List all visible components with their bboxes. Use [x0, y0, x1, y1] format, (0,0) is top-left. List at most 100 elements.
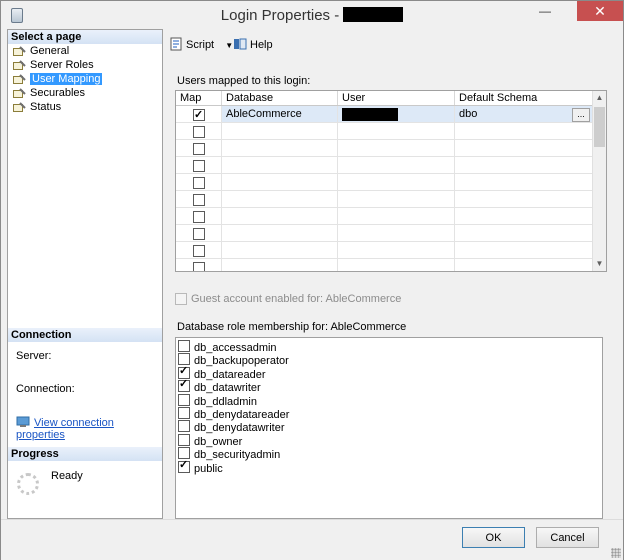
map-cell[interactable]: [176, 106, 222, 124]
role-checkbox[interactable]: [178, 407, 190, 419]
table-row[interactable]: [176, 242, 593, 259]
role-item-db-datawriter[interactable]: db_datawriter: [178, 378, 261, 394]
resize-grip-icon[interactable]: [611, 548, 621, 558]
user-cell[interactable]: [338, 242, 455, 259]
scrollbar-thumb[interactable]: [594, 107, 605, 147]
table-row[interactable]: [176, 191, 593, 208]
default-schema-cell[interactable]: [455, 191, 593, 208]
database-cell[interactable]: AbleCommerce: [222, 106, 338, 123]
sidebar-item-user-mapping[interactable]: User Mapping: [8, 72, 162, 86]
role-checkbox[interactable]: [178, 433, 190, 446]
database-cell[interactable]: [222, 123, 338, 140]
map-cell[interactable]: [176, 259, 222, 271]
table-row[interactable]: [176, 123, 593, 140]
browse-schema-button[interactable]: ...: [572, 108, 590, 122]
column-header-default-schema[interactable]: Default Schema: [455, 91, 593, 105]
help-button[interactable]: Help: [233, 36, 273, 54]
map-checkbox[interactable]: [193, 194, 205, 206]
map-cell[interactable]: [176, 157, 222, 174]
title-bar[interactable]: Login Properties - — ✕: [1, 1, 623, 29]
user-cell[interactable]: [338, 157, 455, 174]
role-membership-list[interactable]: db_accessadmindb_backupoperatordb_datare…: [175, 337, 603, 519]
role-checkbox[interactable]: [178, 447, 190, 460]
table-row[interactable]: [176, 225, 593, 242]
map-checkbox[interactable]: [193, 160, 205, 172]
table-row[interactable]: [176, 157, 593, 174]
role-checkbox[interactable]: [178, 420, 190, 433]
user-cell[interactable]: [338, 106, 455, 123]
database-cell[interactable]: [222, 157, 338, 174]
users-mapped-grid[interactable]: Map Database User Default Schema AbleCom…: [175, 90, 607, 272]
role-item-db-owner[interactable]: db_owner: [178, 433, 242, 448]
role-item-db-securityadmin[interactable]: db_securityadmin: [178, 447, 280, 461]
default-schema-cell[interactable]: [455, 242, 593, 259]
role-item-public[interactable]: public: [178, 459, 223, 475]
view-connection-properties-link[interactable]: View connection properties: [16, 416, 162, 441]
default-schema-cell[interactable]: [455, 174, 593, 191]
table-row[interactable]: [176, 208, 593, 225]
default-schema-cell[interactable]: [455, 140, 593, 157]
map-cell[interactable]: [176, 191, 222, 208]
user-cell[interactable]: [338, 123, 455, 140]
map-checkbox[interactable]: [193, 245, 205, 257]
database-cell[interactable]: [222, 208, 338, 225]
database-cell[interactable]: [222, 140, 338, 157]
table-row[interactable]: AbleCommerce dbo...: [176, 106, 593, 124]
sidebar-item-server-roles[interactable]: Server Roles: [8, 58, 162, 72]
role-checkbox[interactable]: [178, 340, 190, 352]
map-cell[interactable]: [176, 208, 222, 225]
database-cell[interactable]: [222, 174, 338, 191]
minimize-button[interactable]: —: [531, 1, 559, 21]
user-cell[interactable]: [338, 174, 455, 191]
map-checkbox[interactable]: [193, 211, 205, 223]
map-cell[interactable]: [176, 123, 222, 140]
map-cell[interactable]: [176, 225, 222, 242]
table-row[interactable]: [176, 259, 593, 271]
sidebar-item-securables[interactable]: Securables: [8, 86, 162, 100]
column-header-map[interactable]: Map: [176, 91, 222, 105]
role-checkbox[interactable]: [178, 353, 190, 366]
view-connection-properties-text[interactable]: View connection properties: [16, 417, 114, 441]
default-schema-cell[interactable]: [455, 208, 593, 225]
grid-vertical-scrollbar[interactable]: ▲ ▼: [592, 91, 606, 271]
database-cell[interactable]: [222, 225, 338, 242]
default-schema-cell[interactable]: [455, 123, 593, 140]
cancel-button[interactable]: Cancel: [536, 527, 599, 548]
map-checkbox[interactable]: [193, 228, 205, 240]
map-checkbox[interactable]: [193, 177, 205, 189]
map-checkbox[interactable]: [193, 126, 205, 138]
map-checkbox[interactable]: [193, 143, 205, 155]
role-checkbox[interactable]: [178, 365, 190, 379]
script-dropdown-chevron-down-icon[interactable]: ▼: [225, 41, 233, 50]
role-item-db-accessadmin[interactable]: db_accessadmin: [178, 340, 277, 354]
map-cell[interactable]: [176, 140, 222, 157]
user-cell[interactable]: [338, 191, 455, 208]
database-cell[interactable]: [222, 242, 338, 259]
database-cell[interactable]: [222, 259, 338, 271]
table-row[interactable]: [176, 174, 593, 191]
sidebar-item-status[interactable]: Status: [8, 100, 162, 114]
scroll-down-arrow-icon[interactable]: ▼: [593, 257, 606, 271]
role-item-db-ddladmin[interactable]: db_ddladmin: [178, 393, 257, 408]
map-cell[interactable]: [176, 242, 222, 259]
map-cell[interactable]: [176, 174, 222, 191]
map-checkbox[interactable]: [193, 262, 205, 271]
user-cell[interactable]: [338, 208, 455, 225]
user-cell[interactable]: [338, 225, 455, 242]
role-checkbox[interactable]: [178, 378, 190, 393]
sidebar-item-general[interactable]: General: [8, 44, 162, 58]
database-cell[interactable]: [222, 191, 338, 208]
role-item-db-denydatareader[interactable]: db_denydatareader: [178, 407, 289, 421]
table-row[interactable]: [176, 140, 593, 157]
close-button[interactable]: ✕: [577, 1, 623, 21]
default-schema-cell[interactable]: [455, 225, 593, 242]
role-item-db-denydatawriter[interactable]: db_denydatawriter: [178, 420, 285, 434]
map-checkbox[interactable]: [193, 107, 205, 124]
user-cell[interactable]: [338, 140, 455, 157]
default-schema-cell[interactable]: dbo...: [455, 106, 593, 123]
role-item-db-datareader[interactable]: db_datareader: [178, 365, 266, 381]
role-checkbox[interactable]: [178, 459, 190, 473]
role-checkbox[interactable]: [178, 393, 190, 406]
ok-button[interactable]: OK: [462, 527, 525, 548]
role-item-db-backupoperator[interactable]: db_backupoperator: [178, 353, 289, 367]
